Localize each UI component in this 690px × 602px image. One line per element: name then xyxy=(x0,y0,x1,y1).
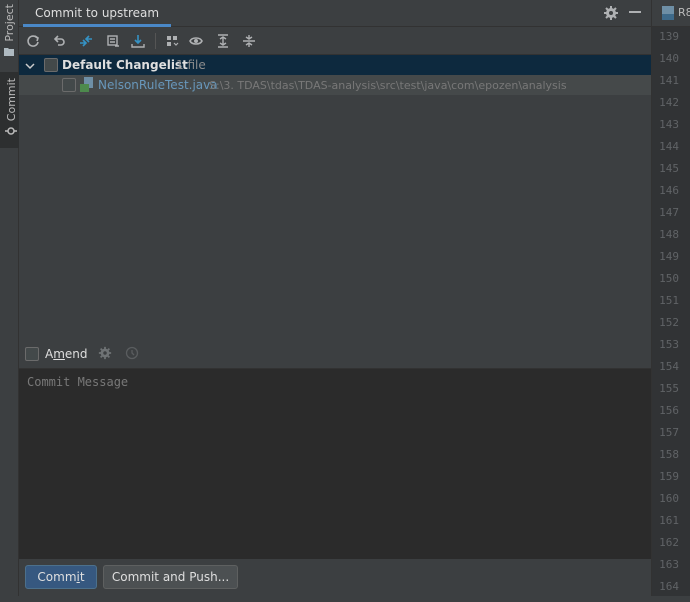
line-number: 148 xyxy=(659,228,679,241)
history-clock-icon[interactable] xyxy=(125,346,139,363)
changelist-row[interactable]: Default Changelist 1 file xyxy=(19,55,651,75)
line-number: 159 xyxy=(659,470,679,483)
markdown-file-icon xyxy=(662,6,674,23)
commit-label-suffix: t xyxy=(79,570,85,584)
commit-and-push-button[interactable]: Commit and Push... xyxy=(103,565,238,589)
chevron-down-icon[interactable] xyxy=(25,60,35,74)
line-number: 140 xyxy=(659,52,679,65)
commit-tool-tab[interactable]: Commit xyxy=(0,72,20,148)
amend-checkbox[interactable] xyxy=(25,347,39,361)
minimize-icon[interactable] xyxy=(629,11,641,13)
commit-message-area xyxy=(19,368,651,559)
line-number: 161 xyxy=(659,514,679,527)
project-tool-tab[interactable]: Project xyxy=(0,4,18,60)
amend-row: Amend xyxy=(19,340,651,368)
collapse-all-icon[interactable] xyxy=(238,30,260,52)
line-number: 158 xyxy=(659,448,679,461)
editor-tab-label: R8 xyxy=(678,6,690,19)
line-number: 155 xyxy=(659,382,679,395)
refresh-icon[interactable] xyxy=(22,30,44,52)
line-number: 153 xyxy=(659,338,679,351)
changelist-checkbox[interactable] xyxy=(44,58,58,72)
tool-window-header: Commit to upstream xyxy=(19,0,651,27)
changed-file-row[interactable]: NelsonRuleTest.java S:\3. TDAS\tdas\TDAS… xyxy=(19,75,651,95)
changelist-count: 1 file xyxy=(176,58,206,72)
line-number: 157 xyxy=(659,426,679,439)
bottom-edge xyxy=(0,596,690,602)
update-icon[interactable] xyxy=(127,30,149,52)
line-number: 144 xyxy=(659,140,679,153)
line-number: 150 xyxy=(659,272,679,285)
toolbar-separator xyxy=(155,33,156,49)
java-test-file-icon xyxy=(80,77,94,95)
changes-tree: Default Changelist 1 file NelsonRuleTest… xyxy=(19,55,651,340)
editor-gutter: R8 139 140 141 142 143 144 145 146 147 148 149 150 1… xyxy=(651,0,690,602)
line-number: 141 xyxy=(659,74,679,87)
project-tab-label: Project xyxy=(2,4,16,42)
commit-tab-label: Commit xyxy=(4,78,18,122)
gear-icon[interactable] xyxy=(603,5,619,24)
line-number: 164 xyxy=(659,580,679,593)
tool-window-title[interactable]: Commit to upstream xyxy=(23,0,172,27)
view-options-icon[interactable] xyxy=(186,30,208,52)
line-number: 142 xyxy=(659,96,679,109)
line-number: 145 xyxy=(659,162,679,175)
line-number: 151 xyxy=(659,294,679,307)
commit-icon xyxy=(5,125,17,140)
file-name: NelsonRuleTest.java xyxy=(98,78,218,92)
file-checkbox[interactable] xyxy=(62,78,76,92)
folder-icon xyxy=(4,45,14,59)
commit-label-prefix: Comm xyxy=(37,570,77,584)
line-number: 146 xyxy=(659,184,679,197)
amend-mnemonic: m xyxy=(53,347,65,361)
commit-toolbar xyxy=(19,27,651,55)
editor-tab[interactable]: R8 xyxy=(652,0,690,27)
line-number: 139 xyxy=(659,30,679,43)
line-number: 152 xyxy=(659,316,679,329)
line-number: 149 xyxy=(659,250,679,263)
line-number: 163 xyxy=(659,558,679,571)
line-number: 162 xyxy=(659,536,679,549)
tool-window-strip: Project Commit xyxy=(0,0,20,602)
group-by-icon[interactable] xyxy=(161,30,183,52)
line-number: 147 xyxy=(659,206,679,219)
amend-label-prefix: A xyxy=(45,347,54,361)
changelist-name: Default Changelist xyxy=(62,58,188,72)
line-number: 160 xyxy=(659,492,679,505)
amend-label[interactable]: Amend xyxy=(45,347,88,361)
file-path: S:\3. TDAS\tdas\TDAS-analysis\src\test\j… xyxy=(209,79,567,92)
expand-all-icon[interactable] xyxy=(212,30,234,52)
shelve-icon[interactable] xyxy=(102,30,124,52)
settings-gear-icon[interactable] xyxy=(98,346,112,363)
rollback-icon[interactable] xyxy=(48,30,70,52)
commit-button[interactable]: Comm i t xyxy=(25,565,97,589)
line-number: 143 xyxy=(659,118,679,131)
amend-label-suffix: end xyxy=(64,347,88,361)
commit-message-input[interactable] xyxy=(25,373,629,547)
line-number: 154 xyxy=(659,360,679,373)
line-number: 156 xyxy=(659,404,679,417)
diff-icon[interactable] xyxy=(75,30,97,52)
